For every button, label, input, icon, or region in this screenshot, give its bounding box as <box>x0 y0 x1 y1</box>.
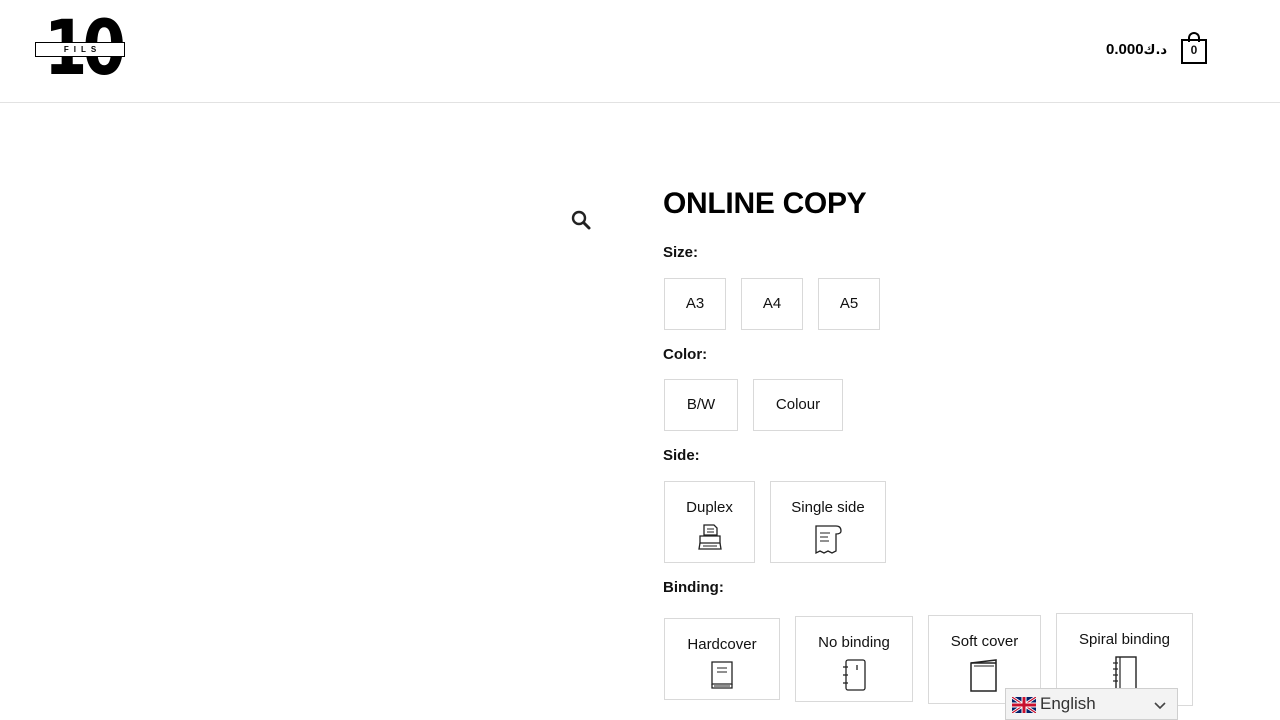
size-option-a5[interactable]: A5 <box>818 278 880 330</box>
cart-total[interactable]: 0.000د.ك <box>1106 41 1167 58</box>
language-selector[interactable]: English <box>1005 688 1178 720</box>
language-label: English <box>1040 694 1096 713</box>
product-title: ONLINE COPY <box>663 187 867 220</box>
color-label: Color: <box>663 346 708 363</box>
paper-sheet-icon <box>815 525 842 555</box>
option-label: Colour <box>775 396 821 413</box>
color-option-colour[interactable]: Colour <box>753 379 843 431</box>
size-label: Size: <box>663 244 699 261</box>
notebook-icon <box>843 659 866 691</box>
option-label: Soft cover <box>950 633 1019 650</box>
option-label: A4 <box>762 295 782 312</box>
uk-flag-icon <box>1012 697 1036 713</box>
binding-option-no-binding[interactable]: No binding <box>795 616 913 702</box>
site-header: 10 FILS 0.000د.ك 0 <box>0 0 1280 103</box>
chevron-down-icon <box>1154 702 1166 710</box>
option-label: Hardcover <box>687 636 757 653</box>
option-label: Single side <box>791 499 865 516</box>
binding-label: Binding: <box>663 579 724 596</box>
side-option-duplex[interactable]: Duplex <box>664 481 755 563</box>
option-label: A3 <box>685 295 705 312</box>
option-label: A5 <box>839 295 859 312</box>
cart-count: 0 <box>1190 43 1198 57</box>
option-label: Spiral binding <box>1079 631 1170 648</box>
printer-icon <box>697 524 722 550</box>
option-label: B/W <box>686 396 716 413</box>
option-label: Duplex <box>686 499 733 516</box>
side-label: Side: <box>663 447 700 464</box>
size-option-a4[interactable]: A4 <box>741 278 803 330</box>
color-option-bw[interactable]: B/W <box>664 379 738 431</box>
size-option-a3[interactable]: A3 <box>664 278 726 330</box>
magnifier-icon[interactable] <box>570 209 592 231</box>
binding-option-hardcover[interactable]: Hardcover <box>664 618 780 700</box>
book-icon <box>711 661 733 689</box>
option-label: No binding <box>818 634 890 651</box>
soft-cover-icon <box>969 659 997 692</box>
logo-word: FILS <box>63 45 102 54</box>
shopping-bag-icon[interactable]: 0 <box>1180 32 1208 66</box>
cart-amount: 0.000 <box>1106 41 1144 58</box>
side-option-single-side[interactable]: Single side <box>770 481 886 563</box>
site-logo[interactable]: 10 FILS <box>34 10 126 86</box>
cart-currency: د.ك <box>1143 43 1168 58</box>
